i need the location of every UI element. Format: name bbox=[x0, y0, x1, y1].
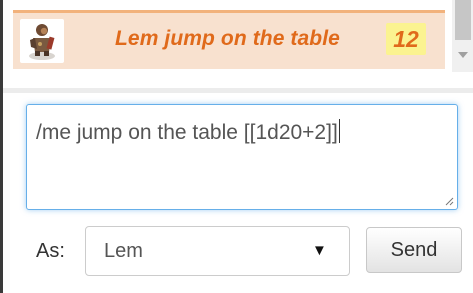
scroll-down-icon[interactable] bbox=[458, 52, 468, 58]
chevron-down-icon: ▼ bbox=[312, 242, 327, 259]
resize-handle-icon[interactable] bbox=[444, 196, 454, 206]
avatar bbox=[20, 19, 64, 63]
scrollbar[interactable] bbox=[452, 0, 473, 72]
emote-message: Lem jump on the table 12 bbox=[13, 10, 445, 69]
as-label: As: bbox=[36, 240, 65, 262]
roll-result-badge[interactable]: 12 bbox=[386, 23, 426, 55]
chat-input-text: /me jump on the table [[1d20+2]] bbox=[36, 121, 338, 144]
scroll-thumb[interactable] bbox=[455, 0, 471, 40]
speaking-as-value: Lem bbox=[104, 240, 143, 262]
text-caret bbox=[338, 119, 340, 143]
chat-log: Lem jump on the table 12 bbox=[3, 0, 473, 92]
character-token-icon bbox=[29, 24, 55, 60]
divider bbox=[3, 88, 473, 93]
send-button[interactable]: Send bbox=[366, 227, 462, 273]
emote-text: Lem jump on the table bbox=[115, 27, 340, 50]
chat-input[interactable]: /me jump on the table [[1d20+2]] bbox=[26, 104, 458, 210]
speaking-as-select[interactable]: Lem ▼ bbox=[85, 226, 350, 276]
